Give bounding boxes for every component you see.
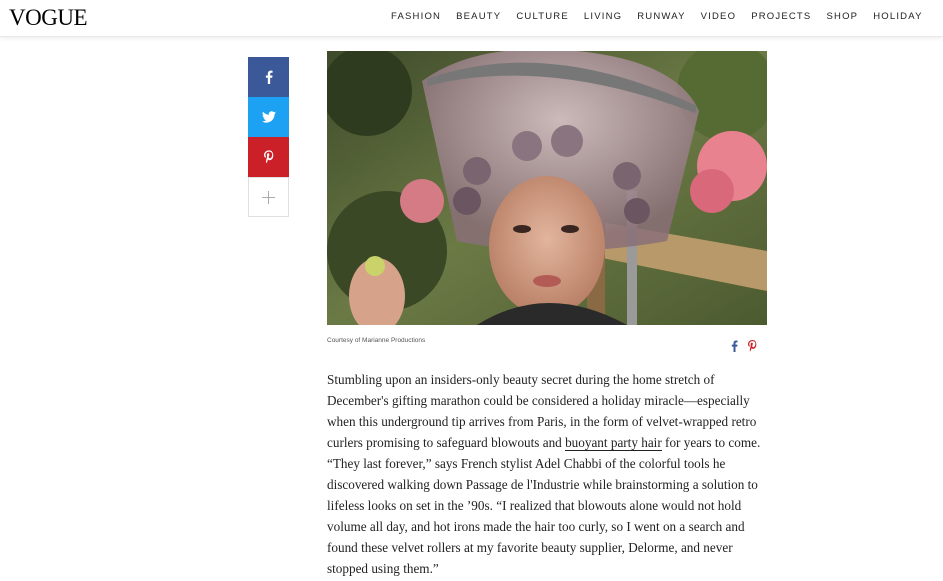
buoyant-party-hair-link[interactable]: buoyant party hair: [565, 435, 662, 451]
vogue-logo[interactable]: VOGUE: [9, 6, 88, 30]
share-more-button[interactable]: [248, 177, 289, 217]
image-caption: Courtesy of Marianne Productions: [327, 337, 426, 344]
nav-item-shop[interactable]: SHOP: [826, 11, 858, 22]
hero-photo: [327, 51, 767, 325]
share-twitter-button[interactable]: [248, 97, 289, 137]
share-pinterest-button[interactable]: [248, 137, 289, 177]
hero-image: [327, 51, 767, 325]
article-text-part-2: for years to come. “They last forever,” …: [327, 435, 761, 576]
nav-item-projects[interactable]: PROJECTS: [751, 11, 811, 22]
nav-item-video[interactable]: VIDEO: [701, 11, 737, 22]
article-body: Stumbling upon an insiders-only beauty s…: [327, 369, 769, 579]
facebook-icon: [731, 340, 738, 352]
site-header: VOGUE FASHION BEAUTY CULTURE LIVING RUNW…: [0, 0, 943, 37]
nav-item-living[interactable]: LIVING: [584, 11, 622, 22]
nav-item-holiday[interactable]: HOLIDAY: [873, 11, 922, 22]
nav-item-fashion[interactable]: FASHION: [391, 11, 441, 22]
nav-item-culture[interactable]: CULTURE: [516, 11, 569, 22]
plus-icon: [262, 190, 275, 204]
image-share: [731, 340, 757, 352]
facebook-icon: [265, 70, 273, 84]
nav-item-runway[interactable]: RUNWAY: [637, 11, 685, 22]
share-rail: [248, 57, 289, 217]
image-share-facebook-button[interactable]: [731, 340, 738, 352]
pinterest-icon: [748, 340, 757, 352]
share-facebook-button[interactable]: [248, 57, 289, 97]
image-share-pinterest-button[interactable]: [748, 340, 757, 352]
twitter-icon: [261, 111, 276, 123]
pinterest-icon: [263, 150, 273, 164]
main-nav: FASHION BEAUTY CULTURE LIVING RUNWAY VID…: [391, 11, 938, 22]
nav-item-beauty[interactable]: BEAUTY: [456, 11, 501, 22]
